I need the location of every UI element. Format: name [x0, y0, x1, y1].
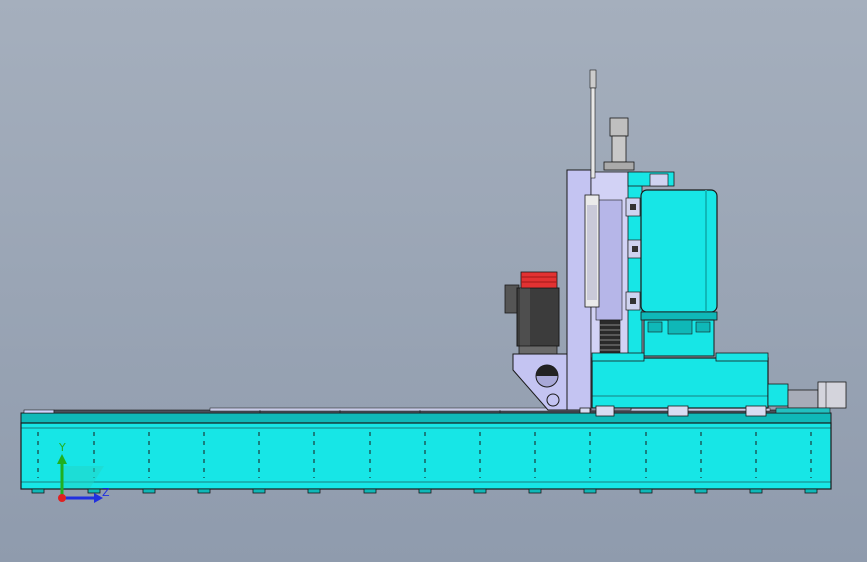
cross-slide-saddle — [591, 352, 769, 409]
spindle-motor — [504, 271, 560, 355]
bed-feet — [31, 488, 818, 494]
cad-viewport[interactable]: Y Z — [0, 0, 867, 562]
machine-side-view — [20, 69, 847, 503]
triad-origin — [58, 494, 66, 502]
linear-guide-rails — [23, 407, 830, 414]
motor-mount-bracket — [512, 353, 571, 411]
z-axis-label: Z — [102, 486, 110, 499]
top-servo-motor — [603, 117, 635, 171]
x-axis-drive-motor — [767, 381, 847, 414]
spindle-head-housing — [640, 189, 718, 321]
machine-base-bed — [20, 412, 832, 494]
y-axis-label: Y — [59, 441, 66, 454]
head-mount-block — [643, 319, 715, 357]
